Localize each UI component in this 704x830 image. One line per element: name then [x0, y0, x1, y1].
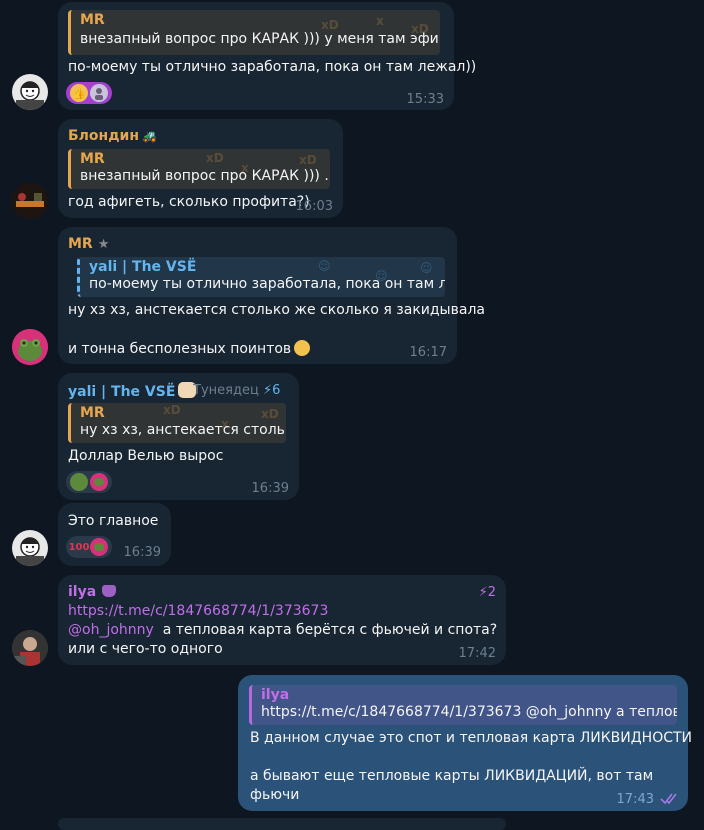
quote-text: ну хз хз, анстекается столь...: [80, 422, 286, 438]
avatar[interactable]: [12, 183, 48, 219]
message-text: В данном случае это спот и тепловая карт…: [250, 730, 693, 746]
read-checkmarks-icon: [660, 792, 680, 808]
message-text-line: а бывают еще тепловые карты ЛИКВИДАЦИЙ, …: [250, 768, 654, 784]
avatar: [90, 473, 108, 491]
emoji-pattern-icon: ☺: [318, 259, 331, 273]
avatar[interactable]: [12, 329, 48, 365]
message-time: 16:39: [123, 545, 161, 560]
tank-icon: 🚜: [142, 129, 157, 143]
frog-icon: [90, 538, 108, 556]
reaction-pill[interactable]: [66, 471, 112, 493]
mask-icon: [102, 585, 117, 597]
message-time: 17:42: [458, 646, 496, 661]
hundred-points-icon: 100: [68, 541, 90, 553]
boost-icon: ⚡: [478, 585, 488, 600]
message-text: год афигеть, сколько профита?): [68, 194, 310, 210]
avatar[interactable]: [12, 630, 48, 666]
star-icon: ★: [97, 237, 110, 252]
sender-name[interactable]: MR ★: [68, 236, 109, 252]
reply-quote[interactable]: xD x xD MR ну хз хз, анстекается столь..…: [68, 403, 286, 443]
message-text-line: фьючи: [250, 787, 300, 803]
reply-quote[interactable]: xD x xD MR внезапный вопрос про КАРАК ))…: [68, 10, 440, 55]
emoji-pattern-icon: ☺: [420, 261, 433, 275]
message-time: 16:17: [409, 345, 447, 360]
boost-badge: ⚡6: [263, 383, 281, 398]
frog-icon: [70, 473, 88, 491]
reply-quote[interactable]: xD x xD MR внезапный вопрос про КАРАК ))…: [68, 149, 330, 189]
emoji-face-icon: [294, 340, 311, 356]
message-bubble[interactable]: MR ★ ☺ ☺ ☺ yali | The VSË по-моему ты отл…: [58, 227, 485, 364]
boost-icon: ⚡: [263, 383, 273, 398]
message-bubble[interactable]: [58, 818, 506, 830]
quote-text: по-моему ты отлично заработала, пока он …: [89, 276, 445, 292]
message-text-line: или с чего-то одного: [68, 641, 223, 657]
quote-author: ilya: [261, 687, 290, 703]
message-bubble[interactable]: Блондин 🚜 xD x xD MR внезапный вопрос про…: [58, 119, 343, 218]
user-mention[interactable]: @oh_johnny: [68, 622, 154, 638]
quote-author: yali | The VSË: [89, 259, 197, 275]
message-text: ну хз хз, анстекается столько же сколько…: [68, 302, 485, 318]
quote-text: внезапный вопрос про КАРАК ))) ...: [80, 168, 330, 184]
quote-text: https://t.me/c/1847668774/1/373673 @oh_j…: [261, 704, 677, 720]
message-text: Доллар Велью вырос: [68, 448, 224, 464]
reaction-pill[interactable]: 👍: [66, 82, 112, 104]
message-bubble[interactable]: xD x xD MR внезапный вопрос про КАРАК ))…: [58, 2, 476, 110]
reply-quote[interactable]: ☺ ☺ ☺ yali | The VSË по-моему ты отлично…: [77, 257, 445, 297]
message-bubble-outgoing[interactable]: ilya https://t.me/c/1847668774/1/373673 …: [238, 675, 692, 811]
reaction-pill[interactable]: 100: [66, 536, 112, 558]
avatar: [90, 84, 108, 102]
message-text-line: и тонна бесполезных поинтов: [68, 340, 311, 357]
message-link[interactable]: https://t.me/c/1847668774/1/373673: [68, 603, 328, 619]
message-time: 15:33: [406, 92, 444, 107]
message-time: 16:39: [251, 481, 289, 496]
thumbs-up-icon: 👍: [70, 84, 88, 102]
quote-author: MR: [80, 405, 105, 421]
reply-quote[interactable]: ilya https://t.me/c/1847668774/1/373673 …: [249, 685, 677, 725]
message-bubble[interactable]: Это главное 100 16:39: [58, 503, 171, 566]
sender-name[interactable]: yali | The VSË: [68, 382, 197, 400]
quote-author: MR: [80, 151, 105, 167]
boost-badge: ⚡2: [478, 585, 496, 600]
message-time: 17:43: [616, 792, 654, 807]
avatar[interactable]: [12, 74, 48, 110]
message-bubble[interactable]: yali | The VSË Тунеядец ⚡6 xD x xD MR ну…: [58, 373, 299, 500]
quote-author: MR: [80, 12, 105, 28]
message-text: @oh_johnny а тепловая карта берётся с фь…: [68, 622, 498, 638]
sender-name[interactable]: ilya: [68, 584, 117, 600]
message-bubble[interactable]: ilya ⚡2 https://t.me/c/1847668774/1/3736…: [58, 575, 506, 665]
message-text: по-моему ты отлично заработала, пока он …: [68, 59, 477, 75]
member-title: Тунеядец: [193, 383, 259, 398]
sender-name[interactable]: Блондин 🚜: [68, 128, 157, 144]
message-text: Это главное: [68, 513, 159, 529]
quote-text: внезапный вопрос про КАРАК ))) у меня та…: [80, 31, 440, 47]
avatar[interactable]: [12, 530, 48, 566]
message-time: 16:03: [295, 199, 333, 214]
